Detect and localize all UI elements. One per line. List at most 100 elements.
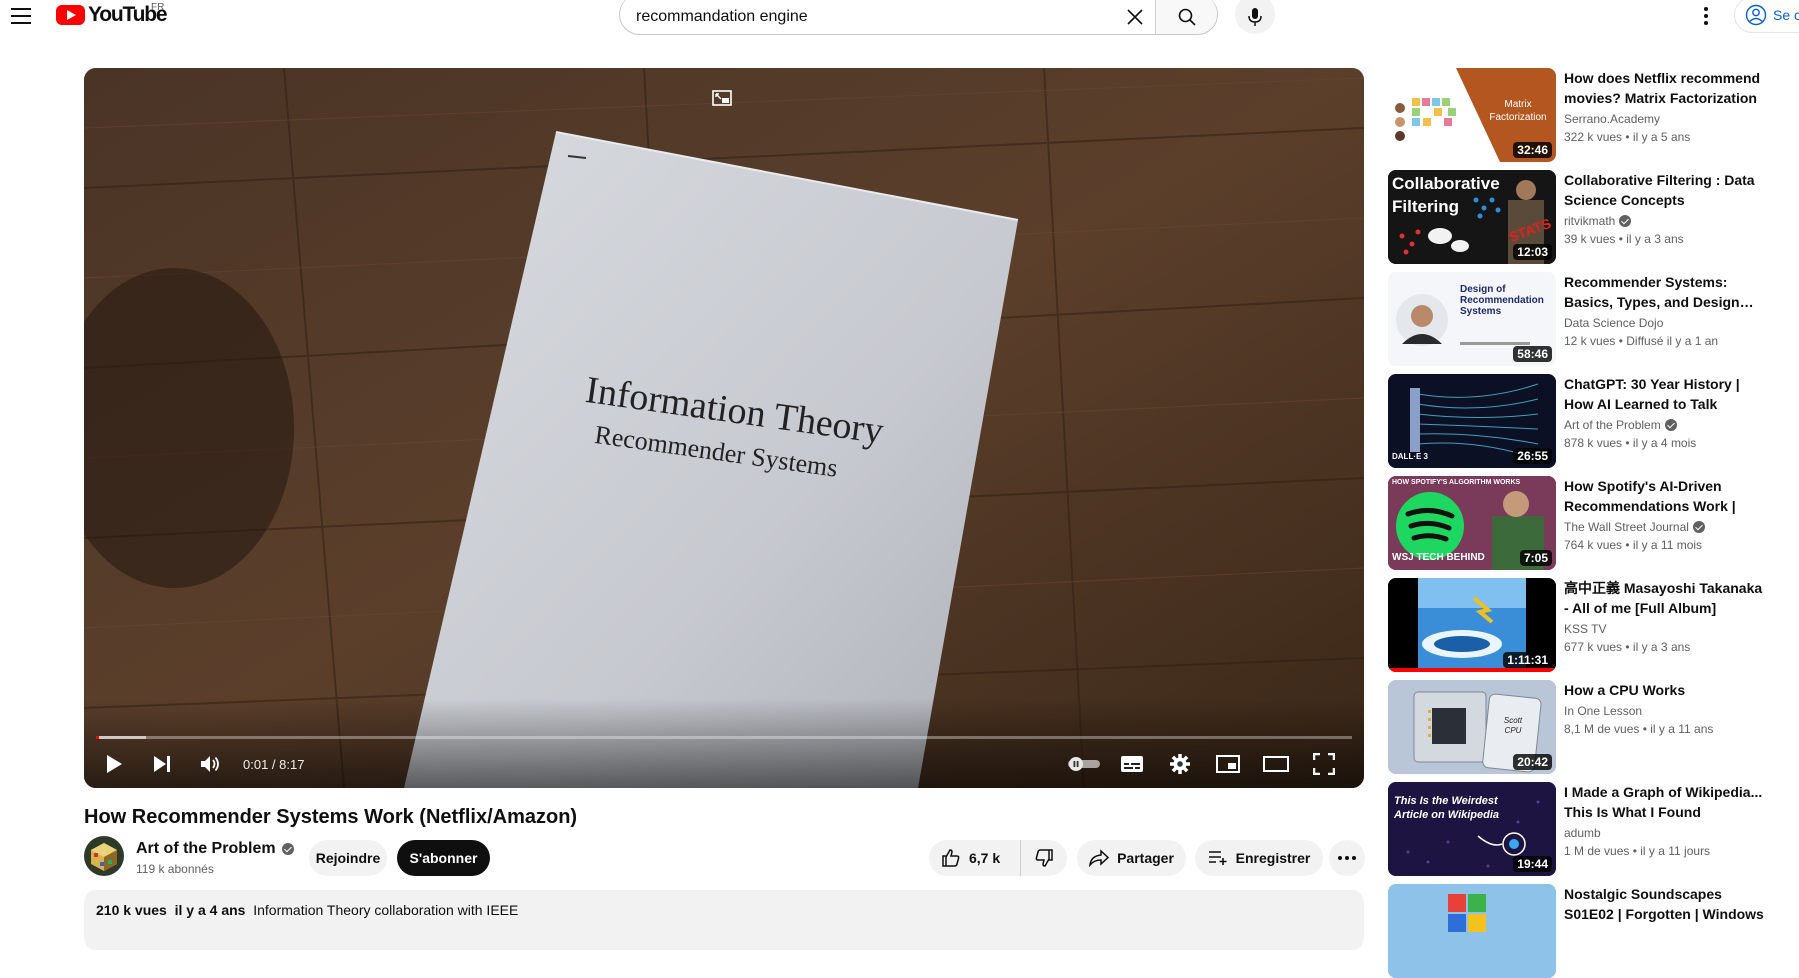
recommendation-item[interactable]: This Is the Weirdest Article on Wikipedi… bbox=[1388, 782, 1799, 876]
recommendation-title[interactable]: ChatGPT: 30 Year History | How AI Learne… bbox=[1564, 374, 1764, 414]
description-text: Information Theory collaboration with IE… bbox=[253, 902, 519, 918]
next-button[interactable] bbox=[144, 744, 180, 784]
miniplayer-button[interactable] bbox=[1208, 744, 1248, 784]
fullscreen-button[interactable] bbox=[1304, 744, 1344, 784]
thumbnail-caption: HOW SPOTIFY'S ALGORITHM WORKS bbox=[1392, 479, 1521, 486]
avatar-image bbox=[84, 836, 124, 876]
video-thumbnail[interactable]: DALL·E 3 26:55 bbox=[1388, 374, 1556, 468]
recommendation-meta: 322 k vues • il y a 5 ans bbox=[1564, 130, 1691, 144]
duration-badge: 20:42 bbox=[1513, 754, 1552, 770]
settings-button[interactable] bbox=[1160, 744, 1200, 784]
more-actions-button[interactable] bbox=[1329, 840, 1365, 876]
more-horizontal-icon bbox=[1338, 856, 1356, 860]
clear-search-button[interactable] bbox=[1115, 0, 1155, 34]
video-title: How Recommender Systems Work (Netflix/Am… bbox=[84, 806, 578, 828]
volume-icon bbox=[201, 756, 219, 772]
video-thumbnail[interactable] bbox=[1388, 884, 1556, 978]
search-bar bbox=[619, 0, 1218, 35]
mute-button[interactable] bbox=[192, 744, 228, 784]
recommendation-title[interactable]: Collaborative Filtering : Data Science C… bbox=[1564, 170, 1764, 210]
recommendation-item[interactable]: Matrix Factorization 32:46 How does Netf… bbox=[1388, 68, 1799, 162]
progress-bar[interactable] bbox=[96, 736, 1352, 739]
recommendation-channel[interactable]: ritvikmath bbox=[1564, 214, 1632, 228]
save-button[interactable]: Enregistrer bbox=[1195, 840, 1323, 876]
recommendation-title[interactable]: How a CPU Works bbox=[1564, 680, 1764, 700]
sign-in-button[interactable]: Se c bbox=[1734, 0, 1799, 33]
video-thumbnail[interactable]: Collaborative Filtering STATS 12:03 bbox=[1388, 170, 1556, 264]
recommendation-item[interactable]: DALL·E 3 26:55 ChatGPT: 30 Year History … bbox=[1388, 374, 1799, 468]
recommendation-title[interactable]: Nostalgic Soundscapes S01E02 | Forgotten… bbox=[1564, 884, 1764, 924]
video-thumbnail[interactable]: Design of Recommendation Systems 58:46 bbox=[1388, 272, 1556, 366]
voice-search-button[interactable] bbox=[1235, 0, 1275, 34]
recommendation-item[interactable]: Design of Recommendation Systems 58:46 R… bbox=[1388, 272, 1799, 366]
recommendation-item[interactable]: 1:11:31 高中正義 Masayoshi Takanaka - All of… bbox=[1388, 578, 1799, 672]
thumbnail-caption: Design of Recommendation Systems bbox=[1460, 284, 1544, 317]
recommendation-title[interactable]: I Made a Graph of Wikipedia... This Is W… bbox=[1564, 782, 1764, 822]
recommendation-title[interactable]: How Spotify's AI-Driven Recommendations … bbox=[1564, 476, 1764, 516]
recommendation-item[interactable]: Collaborative Filtering STATS 12:03 Coll… bbox=[1388, 170, 1799, 264]
skip-next-icon bbox=[154, 756, 170, 772]
recommendation-channel[interactable]: Serrano.Academy bbox=[1564, 112, 1660, 126]
duration-badge: 32:46 bbox=[1513, 142, 1552, 158]
thumbs-up-icon bbox=[942, 849, 960, 867]
join-button[interactable]: Rejoindre bbox=[309, 840, 387, 876]
subtitles-icon bbox=[1121, 756, 1143, 772]
play-button[interactable] bbox=[96, 744, 132, 784]
fullscreen-icon bbox=[1313, 753, 1335, 775]
add-to-playlist-icon bbox=[1208, 851, 1227, 865]
recommendation-item[interactable]: HOW SPOTIFY'S ALGORITHM WORKS WSJ TECH B… bbox=[1388, 476, 1799, 570]
thumbnail-badge: WSJ TECH BEHIND bbox=[1392, 552, 1485, 563]
top-bar: YouTube FR Se c bbox=[0, 0, 1799, 35]
total-duration: 8:17 bbox=[279, 756, 305, 772]
share-button[interactable]: Partager bbox=[1077, 840, 1186, 876]
video-player[interactable]: Information Theory Recommender Systems 0… bbox=[84, 68, 1364, 788]
exit-miniplayer-button[interactable] bbox=[712, 90, 732, 106]
progress-buffered bbox=[96, 736, 147, 739]
like-dislike-group: 6,7 k bbox=[929, 840, 1067, 876]
recommendation-item[interactable]: Scott CPU 20:42 How a CPU Works In One L… bbox=[1388, 680, 1799, 774]
microphone-icon bbox=[1248, 8, 1262, 26]
recommendation-channel[interactable]: Art of the Problem bbox=[1564, 418, 1677, 432]
like-button[interactable]: 6,7 k bbox=[929, 840, 1021, 876]
player-controls: 0:01 / 8:17 bbox=[84, 744, 1364, 784]
channel-name-link[interactable]: Art of the Problem bbox=[136, 838, 294, 860]
video-thumbnail[interactable]: HOW SPOTIFY'S ALGORITHM WORKS WSJ TECH B… bbox=[1388, 476, 1556, 570]
autoplay-toggle[interactable] bbox=[1064, 744, 1104, 784]
menu-icon[interactable] bbox=[8, 3, 34, 29]
theater-mode-button[interactable] bbox=[1256, 744, 1296, 784]
settings-menu-icon[interactable] bbox=[1697, 4, 1715, 28]
thumbnail-caption: Matrix Factorization bbox=[1489, 99, 1547, 123]
recommendation-item[interactable]: Nostalgic Soundscapes S01E02 | Forgotten… bbox=[1388, 884, 1799, 978]
recommendation-channel[interactable]: In One Lesson bbox=[1564, 704, 1642, 718]
duration-badge: 12:03 bbox=[1513, 244, 1552, 260]
miniplayer-icon bbox=[1216, 755, 1240, 773]
recommendation-channel[interactable]: Data Science Dojo bbox=[1564, 316, 1663, 330]
recommendation-channel[interactable]: KSS TV bbox=[1564, 622, 1606, 636]
recommendation-title[interactable]: Recommender Systems: Basics, Types, and … bbox=[1564, 272, 1764, 312]
video-thumbnail[interactable]: Scott CPU 20:42 bbox=[1388, 680, 1556, 774]
recommendation-title[interactable]: 高中正義 Masayoshi Takanaka - All of me [Ful… bbox=[1564, 578, 1764, 618]
subtitles-button[interactable] bbox=[1112, 744, 1152, 784]
youtube-logo[interactable]: YouTube bbox=[56, 3, 168, 26]
channel-avatar[interactable] bbox=[84, 836, 124, 876]
current-time: 0:01 bbox=[243, 756, 269, 772]
video-thumbnail[interactable]: This Is the Weirdest Article on Wikipedi… bbox=[1388, 782, 1556, 876]
description-box[interactable]: 210 k vues il y a 4 ans Information Theo… bbox=[84, 890, 1364, 950]
subscribe-button[interactable]: S'abonner bbox=[397, 840, 490, 876]
like-count: 6,7 k bbox=[969, 850, 1001, 866]
time-separator: / bbox=[268, 756, 280, 772]
account-icon bbox=[1745, 4, 1767, 26]
video-thumbnail[interactable]: 1:11:31 bbox=[1388, 578, 1556, 672]
recommendation-channel[interactable]: The Wall Street Journal bbox=[1564, 520, 1705, 534]
search-input[interactable] bbox=[620, 0, 1115, 34]
thumbnail-image bbox=[1388, 884, 1556, 978]
recommendation-channel[interactable]: adumb bbox=[1564, 826, 1601, 840]
search-button[interactable] bbox=[1155, 0, 1217, 34]
duration-badge: 19:44 bbox=[1513, 856, 1552, 872]
recommendation-title[interactable]: How does Netflix recommend movies? Matri… bbox=[1564, 68, 1764, 108]
owner-row: Art of the Problem 119 k abonnés Rejoind… bbox=[84, 836, 1365, 878]
dislike-button[interactable] bbox=[1021, 840, 1067, 876]
duration-badge: 7:05 bbox=[1519, 550, 1552, 566]
miniplayer-expand-icon bbox=[712, 90, 732, 106]
video-thumbnail[interactable]: Matrix Factorization 32:46 bbox=[1388, 68, 1556, 162]
